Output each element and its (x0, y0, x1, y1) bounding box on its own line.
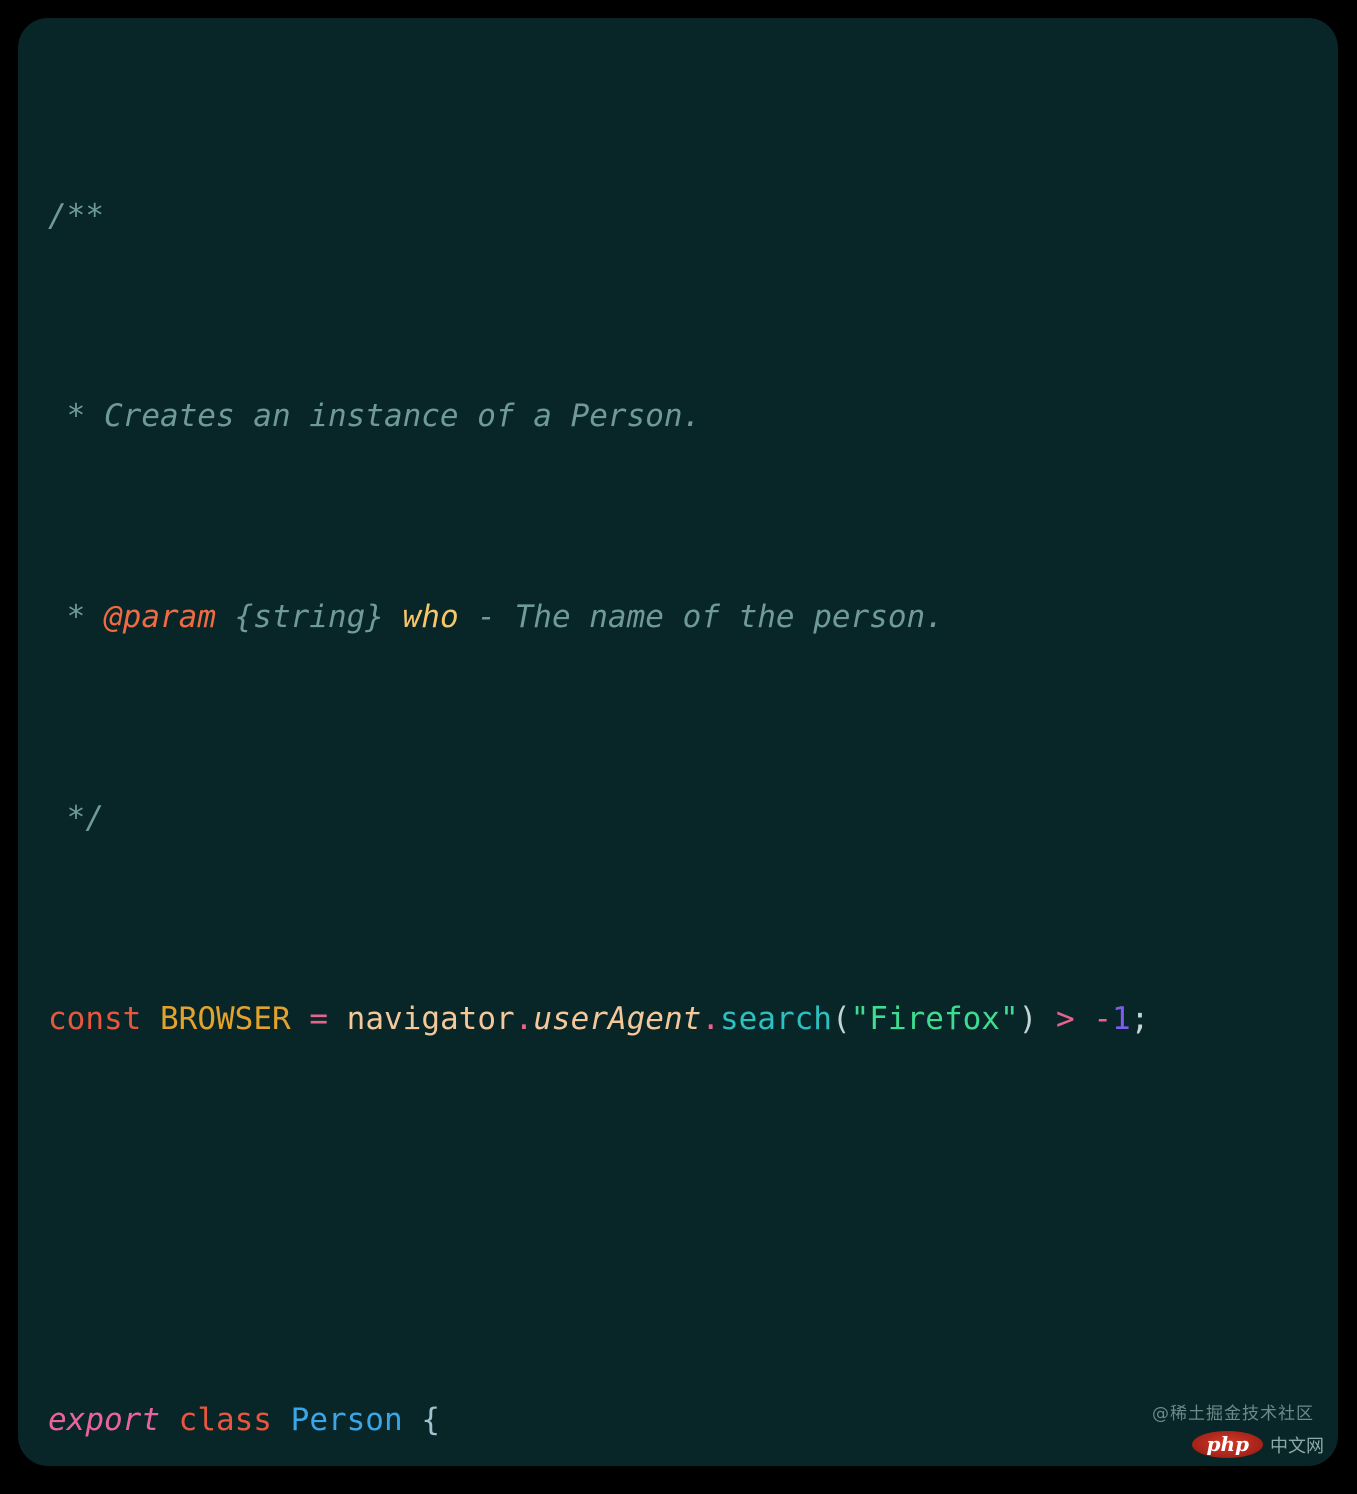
php-badge-label: php (1192, 1431, 1263, 1458)
code-line: export class Person { (48, 1402, 440, 1439)
code-screenshot-card: /** * Creates an instance of a Person. *… (18, 18, 1338, 1466)
comment-open: /** (48, 197, 104, 234)
keyword-const: const (48, 1000, 142, 1037)
keyword-export: export (48, 1402, 160, 1439)
jsdoc-type: {string} (215, 599, 403, 636)
code-line: /** (48, 191, 1338, 241)
code-block[interactable]: /** * Creates an instance of a Person. *… (48, 40, 1338, 1466)
number-1: 1 (1111, 1000, 1131, 1037)
code-line: const BROWSER = navigator.userAgent.sear… (48, 1000, 1150, 1037)
code-line: * @param {string} who - The name of the … (48, 592, 1338, 642)
comment-star: * (48, 599, 104, 636)
gt-operator: > (1055, 1000, 1075, 1037)
php-logo-badge: php 中文网 (1192, 1431, 1324, 1458)
jsdoc-description: - The name of the person. (458, 599, 944, 636)
string-firefox: "Firefox" (850, 1000, 1019, 1037)
keyword-class: class (178, 1402, 272, 1439)
useragent-property: userAgent (533, 1000, 702, 1037)
jsdoc-param-name: who (402, 599, 459, 636)
comment-close: */ (48, 800, 104, 836)
class-person: Person (290, 1402, 403, 1439)
jsdoc-param-tag: @param (104, 599, 216, 636)
code-line: * Creates an instance of a Person. (48, 391, 1338, 441)
comment-text: * Creates an instance of a Person. (48, 398, 702, 435)
search-method: search (719, 1000, 832, 1037)
const-browser: BROWSER (160, 1000, 291, 1037)
watermark-text: @稀土掘金技术社区 (1152, 1404, 1314, 1424)
code-line: */ (48, 793, 1338, 843)
assign-operator: = (309, 1000, 328, 1037)
navigator-object: navigator (346, 1000, 515, 1037)
php-badge-suffix: 中文网 (1270, 1435, 1324, 1457)
